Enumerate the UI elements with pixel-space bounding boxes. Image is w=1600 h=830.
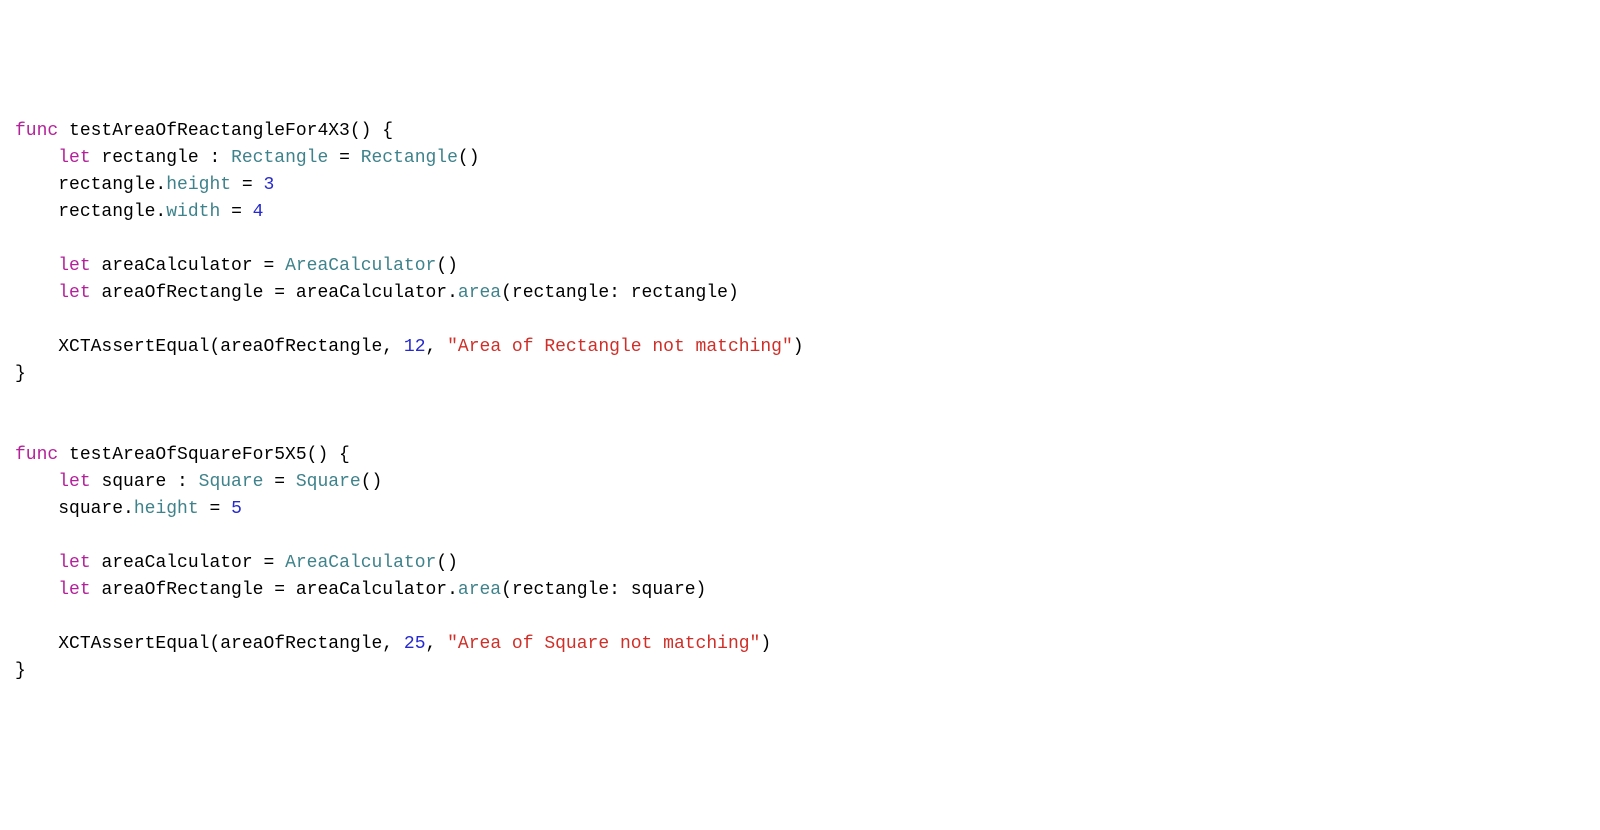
code-token-plain: () [436, 256, 458, 276]
code-token-plain: areaCalculator = [101, 256, 285, 276]
code-token-string: "Area of Rectangle not matching" [447, 337, 793, 357]
code-line[interactable]: let areaOfRectangle = areaCalculator.are… [15, 577, 1585, 604]
code-line[interactable]: let areaCalculator = AreaCalculator() [15, 550, 1585, 577]
code-token-number: 12 [404, 337, 426, 357]
code-token-keyword: let [58, 580, 101, 600]
code-token-number: 25 [404, 634, 426, 654]
code-token-plain: rectangle. [58, 202, 166, 222]
code-token-plain: square : [101, 472, 198, 492]
indent [15, 634, 58, 654]
code-token-property: height [134, 499, 199, 519]
code-token-plain: ) [760, 634, 771, 654]
code-token-string: "Area of Square not matching" [447, 634, 760, 654]
code-token-type: Square [296, 472, 361, 492]
code-token-property: width [166, 202, 220, 222]
code-line[interactable]: square.height = 5 [15, 496, 1585, 523]
code-token-keyword: let [58, 148, 101, 168]
code-line[interactable]: let rectangle : Rectangle = Rectangle() [15, 145, 1585, 172]
code-token-type: Rectangle [231, 148, 328, 168]
code-line[interactable] [15, 604, 1585, 631]
code-token-plain: (areaOfRectangle, [209, 337, 403, 357]
code-token-keyword: func [15, 121, 69, 141]
code-token-method: area [458, 580, 501, 600]
code-token-keyword: let [58, 553, 101, 573]
code-token-plain: testAreaOfReactangleFor4X3() { [69, 121, 393, 141]
code-token-plain: (areaOfRectangle, [209, 634, 403, 654]
code-line[interactable]: let square : Square = Square() [15, 469, 1585, 496]
code-line[interactable] [15, 415, 1585, 442]
code-line[interactable]: func testAreaOfReactangleFor4X3() { [15, 118, 1585, 145]
code-token-number: 5 [231, 499, 242, 519]
code-token-type: AreaCalculator [285, 553, 436, 573]
code-token-plain: ) [793, 337, 804, 357]
code-line[interactable]: let areaOfRectangle = areaCalculator.are… [15, 280, 1585, 307]
indent [15, 175, 58, 195]
code-token-plain: () [361, 472, 383, 492]
code-token-plain: square. [58, 499, 134, 519]
code-line[interactable] [15, 226, 1585, 253]
code-token-plain: areaOfRectangle = areaCalculator. [101, 283, 457, 303]
code-line[interactable]: rectangle.width = 4 [15, 199, 1585, 226]
code-token-plain: areaOfRectangle = areaCalculator. [101, 580, 457, 600]
code-token-number: 3 [263, 175, 274, 195]
code-token-method: area [458, 283, 501, 303]
code-line[interactable] [15, 388, 1585, 415]
code-token-plain: , [426, 634, 448, 654]
code-token-plain: } [15, 661, 26, 681]
code-token-plain: testAreaOfSquareFor5X5() { [69, 445, 350, 465]
code-token-plain: rectangle : [101, 148, 231, 168]
code-line[interactable]: func testAreaOfSquareFor5X5() { [15, 442, 1585, 469]
code-token-keyword: let [58, 256, 101, 276]
code-token-keyword: let [58, 283, 101, 303]
code-token-plain: areaCalculator = [101, 553, 285, 573]
code-token-plain: (rectangle: square) [501, 580, 706, 600]
code-token-number: 4 [253, 202, 264, 222]
indent [15, 472, 58, 492]
code-token-plain: = [231, 175, 263, 195]
code-token-plain: () [458, 148, 480, 168]
indent [15, 283, 58, 303]
code-token-plain: XCTAssertEqual [58, 634, 209, 654]
code-token-property: height [166, 175, 231, 195]
code-token-plain: () [436, 553, 458, 573]
code-line[interactable] [15, 523, 1585, 550]
code-token-plain: rectangle. [58, 175, 166, 195]
indent [15, 148, 58, 168]
indent [15, 553, 58, 573]
code-line[interactable]: let areaCalculator = AreaCalculator() [15, 253, 1585, 280]
code-editor[interactable]: func testAreaOfReactangleFor4X3() { let … [15, 118, 1585, 685]
code-line[interactable]: } [15, 658, 1585, 685]
code-token-plain: } [15, 364, 26, 384]
code-token-plain: = [220, 202, 252, 222]
code-line[interactable]: XCTAssertEqual(areaOfRectangle, 12, "Are… [15, 334, 1585, 361]
code-token-type: AreaCalculator [285, 256, 436, 276]
indent [15, 499, 58, 519]
code-line[interactable]: } [15, 361, 1585, 388]
code-token-type: Square [199, 472, 264, 492]
code-line[interactable] [15, 307, 1585, 334]
code-token-plain: = [328, 148, 360, 168]
indent [15, 202, 58, 222]
code-token-keyword: let [58, 472, 101, 492]
code-token-plain: = [199, 499, 231, 519]
code-token-keyword: func [15, 445, 69, 465]
code-line[interactable]: rectangle.height = 3 [15, 172, 1585, 199]
indent [15, 256, 58, 276]
indent [15, 580, 58, 600]
code-token-plain: XCTAssertEqual [58, 337, 209, 357]
code-token-type: Rectangle [361, 148, 458, 168]
code-token-plain: = [263, 472, 295, 492]
code-token-plain: (rectangle: rectangle) [501, 283, 739, 303]
indent [15, 337, 58, 357]
code-token-plain: , [426, 337, 448, 357]
